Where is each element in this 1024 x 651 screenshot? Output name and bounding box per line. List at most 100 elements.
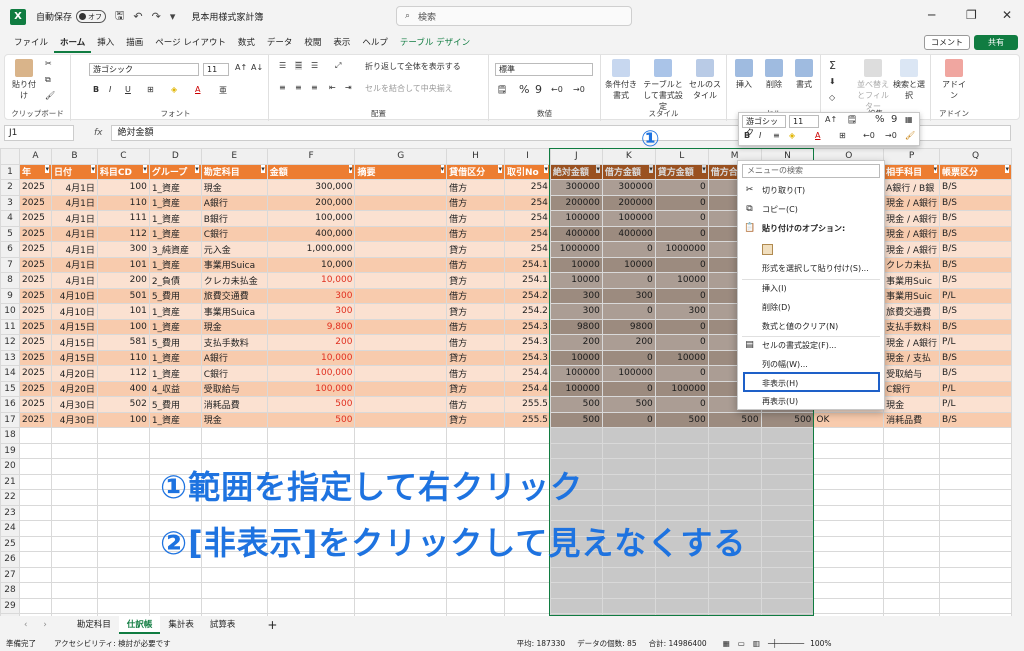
cell[interactable]: 300 xyxy=(654,303,709,320)
cell[interactable] xyxy=(503,442,551,459)
align-middle-icon[interactable]: ☰ xyxy=(295,61,303,70)
cell[interactable]: 10000 xyxy=(549,256,603,273)
cell[interactable]: B/S xyxy=(939,272,1012,289)
font-size-select[interactable]: 11 xyxy=(203,63,229,76)
cell[interactable] xyxy=(354,566,448,583)
cell[interactable] xyxy=(707,473,762,490)
cell[interactable] xyxy=(446,597,505,614)
row-header[interactable]: 14 xyxy=(0,365,20,382)
delete-cells-button[interactable]: 削除 xyxy=(761,59,787,90)
cell[interactable]: B/S xyxy=(939,179,1012,196)
mini-italic-icon[interactable]: I xyxy=(759,131,761,140)
search-input[interactable]: ⌕ 検索 xyxy=(396,6,632,26)
cell[interactable]: 255.5 xyxy=(503,411,551,428)
cell[interactable]: 0 xyxy=(601,349,656,366)
cell[interactable]: 254.2 xyxy=(503,303,551,320)
align-right-icon[interactable]: ≡ xyxy=(311,83,318,92)
tab-page-layout[interactable]: ページ レイアウト xyxy=(149,33,232,53)
cell[interactable]: A銀行 / B銀 xyxy=(883,179,941,196)
cell[interactable]: 100000 xyxy=(601,365,656,382)
cell[interactable]: 貸方 xyxy=(446,349,505,366)
cell[interactable] xyxy=(813,551,885,568)
cell[interactable]: 254.1 xyxy=(503,272,551,289)
cell[interactable]: 254.2 xyxy=(503,287,551,304)
cell[interactable] xyxy=(760,504,815,521)
cell[interactable] xyxy=(503,566,551,583)
cell[interactable] xyxy=(354,380,448,397)
cell[interactable]: 500 xyxy=(707,411,762,428)
cell[interactable]: 0 xyxy=(601,380,656,397)
cell[interactable]: 4月30日 xyxy=(50,396,98,413)
cell[interactable]: 10,000 xyxy=(266,349,356,366)
cell[interactable]: 4月1日 xyxy=(50,256,98,273)
row-header[interactable]: 13 xyxy=(0,349,20,366)
cell[interactable] xyxy=(354,287,448,304)
cell[interactable]: B/S xyxy=(939,210,1012,227)
cell[interactable]: 254.3 xyxy=(503,349,551,366)
cell[interactable]: 借方 xyxy=(446,287,505,304)
cell[interactable] xyxy=(200,442,268,459)
cell[interactable] xyxy=(654,597,709,614)
cell[interactable] xyxy=(813,489,885,506)
cell[interactable] xyxy=(549,566,603,583)
redo-icon[interactable]: ↷ xyxy=(152,10,161,23)
tab-insert[interactable]: 挿入 xyxy=(91,33,120,53)
mini-percent-icon[interactable]: % xyxy=(875,114,885,125)
cut-icon[interactable]: ✂ xyxy=(45,59,52,68)
cell[interactable]: クレカ未払 xyxy=(883,256,941,273)
mini-bold-icon[interactable]: B xyxy=(744,131,750,140)
cell[interactable] xyxy=(939,473,1012,490)
cell[interactable] xyxy=(601,427,656,444)
cell[interactable]: 事業用Suica xyxy=(200,256,268,273)
cell[interactable]: 4月30日 xyxy=(50,411,98,428)
row-header[interactable]: 25 xyxy=(0,535,20,552)
cell[interactable] xyxy=(354,349,448,366)
cell[interactable] xyxy=(883,458,941,475)
page-layout-icon[interactable]: ▭ xyxy=(738,639,745,648)
cell[interactable] xyxy=(939,427,1012,444)
bold-icon[interactable]: B xyxy=(93,85,99,94)
menu-item-delete[interactable]: 削除(D) xyxy=(738,298,884,317)
cell[interactable] xyxy=(503,582,551,599)
find-select-button[interactable]: 検索と選択 xyxy=(893,59,925,101)
cell[interactable]: 0 xyxy=(601,303,656,320)
cell[interactable] xyxy=(96,489,150,506)
cell[interactable]: 9800 xyxy=(601,318,656,335)
filter-dropdown-icon[interactable]: ▾ xyxy=(1005,165,1009,174)
cell[interactable] xyxy=(354,241,448,258)
cell[interactable]: B/S xyxy=(939,318,1012,335)
cell[interactable] xyxy=(813,535,885,552)
cell[interactable]: 消耗品費 xyxy=(883,411,941,428)
cell[interactable]: 3_純資産 xyxy=(148,241,202,258)
cell[interactable]: 貸方 xyxy=(446,241,505,258)
cell[interactable]: 254 xyxy=(503,210,551,227)
cell[interactable]: 4月15日 xyxy=(50,349,98,366)
cell[interactable] xyxy=(939,551,1012,568)
cell[interactable] xyxy=(354,303,448,320)
cell[interactable] xyxy=(354,334,448,351)
underline-icon[interactable]: U xyxy=(125,85,131,94)
cell[interactable]: B/S xyxy=(939,256,1012,273)
cell[interactable] xyxy=(654,442,709,459)
format-painter-icon[interactable]: 🖌 xyxy=(45,91,55,100)
cell[interactable] xyxy=(549,597,603,614)
cell[interactable] xyxy=(760,442,815,459)
mini-font-color-icon[interactable]: A xyxy=(815,131,820,140)
column-header[interactable]: E xyxy=(200,148,268,165)
column-header[interactable]: G xyxy=(354,148,448,165)
mini-fill-icon[interactable]: ◈ xyxy=(789,131,795,140)
cell[interactable]: 2025 xyxy=(18,318,52,335)
italic-icon[interactable]: I xyxy=(109,85,111,94)
cell[interactable]: 200000 xyxy=(549,194,603,211)
cell[interactable]: 事業用Suic xyxy=(883,287,941,304)
cell[interactable]: 受取給与 xyxy=(200,380,268,397)
cell[interactable] xyxy=(18,597,52,614)
filter-dropdown-icon[interactable]: ▾ xyxy=(702,165,706,174)
menu-search-input[interactable]: メニューの検索 xyxy=(742,164,880,178)
cell[interactable]: 借方 xyxy=(446,225,505,242)
cell[interactable]: 100000 xyxy=(549,210,603,227)
next-sheet-icon[interactable]: › xyxy=(35,616,54,634)
cell[interactable]: B/S xyxy=(939,365,1012,382)
cell[interactable]: 254.4 xyxy=(503,380,551,397)
cell[interactable]: C銀行 xyxy=(200,365,268,382)
